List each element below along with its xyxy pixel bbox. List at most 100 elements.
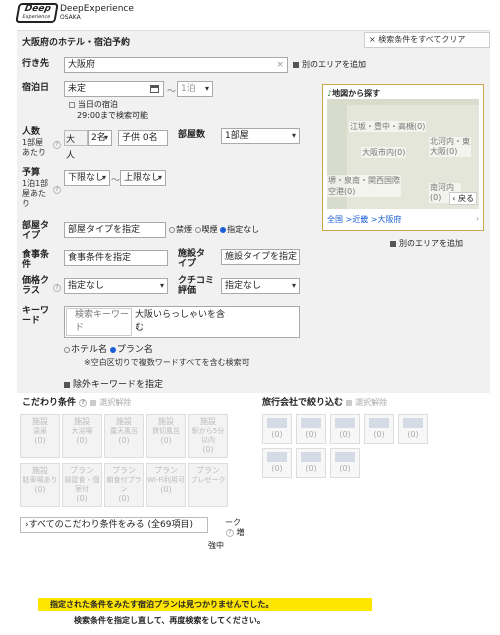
meal-input[interactable]: 食事条件を指定: [64, 250, 168, 266]
kodawari-tile[interactable]: 施設 露天風呂 (0): [104, 414, 144, 458]
keyword-option-hotel[interactable]: ホテル名: [64, 345, 107, 355]
brand-city: OSAKA: [60, 14, 81, 21]
sameday-checkbox[interactable]: 当日の宿泊: [69, 99, 118, 110]
sameday-checkbox-box[interactable]: [69, 101, 75, 108]
see-all-kodawari-button[interactable]: ›すべてのこだわり条件をみる (全69項目): [20, 517, 208, 533]
agency-tile[interactable]: (0): [330, 448, 360, 478]
keyword-input[interactable]: 検索キーワード 大阪いらっしゃいを含む: [64, 306, 300, 338]
budget-tilde: 〜: [111, 176, 121, 186]
budget-min-select[interactable]: 下限なし: [64, 170, 110, 186]
agency-tile[interactable]: (0): [296, 414, 326, 444]
keyword-option-plan[interactable]: プラン名: [109, 345, 153, 355]
smoke-option-nosmoke[interactable]: 禁煙: [169, 225, 192, 234]
review-label: クチコミ評価: [178, 276, 215, 296]
kodawari-tile-label: 駐車場あり: [22, 476, 58, 484]
agency-tile[interactable]: (0): [398, 414, 428, 444]
kodawari-tile-category: 施設: [32, 417, 48, 426]
help-icon: ?: [226, 528, 234, 537]
agency-tile[interactable]: (0): [262, 414, 292, 444]
map-region-east[interactable]: 北河内・東大阪(0): [429, 137, 471, 157]
kodawari-tile[interactable]: プラン 部屋食・個室付 (0): [62, 463, 102, 507]
keyword-placeholder: 検索キーワード: [66, 308, 132, 336]
kodawari-tile-label: プレゼーク: [190, 476, 226, 484]
clear-all-button[interactable]: × 検索条件をすべてクリア: [364, 32, 490, 48]
people-help-icon[interactable]: ?: [53, 141, 61, 149]
kodawari-tile[interactable]: 施設 温泉 (0): [20, 414, 60, 458]
kodawari-tile[interactable]: プラン Wi-Fi利用可 (0): [146, 463, 186, 507]
kodawari-tile[interactable]: 施設 駅から5分以内 (0): [188, 414, 228, 458]
add-area-link[interactable]: 別のエリアを追加: [293, 59, 366, 70]
see-all-label: すべてのこだわり条件をみる (全69項目): [28, 520, 193, 530]
brand-logo-top: Deep: [23, 4, 52, 14]
no-result-message: 指定された条件をみたす宿泊プランは見つかりませんでした。: [38, 598, 372, 611]
agency-logo-icon: [267, 452, 287, 462]
calendar-icon[interactable]: [150, 85, 159, 93]
facility-type-input[interactable]: 施設タイプを指定: [221, 249, 300, 265]
agency-logo-icon: [403, 418, 423, 428]
kodawari-tile-label: 貸切風呂: [152, 427, 180, 435]
child-input[interactable]: 子供 0名: [118, 130, 168, 146]
map-title-text: 地図から探す: [332, 89, 381, 98]
agency-logo-icon: [369, 418, 389, 428]
checkin-date-input[interactable]: 未定: [64, 81, 164, 97]
destination-clear-icon[interactable]: ×: [276, 58, 284, 72]
kodawari-tile[interactable]: プラン 朝食付プラン (0): [104, 463, 144, 507]
price-class-select[interactable]: 指定なし: [64, 278, 168, 294]
map-region-south[interactable]: 堺・泉南・関西国際空港(0): [327, 175, 401, 197]
exclude-keyword-link[interactable]: 除外キーワードを指定: [64, 377, 163, 390]
kodawari-help-icon[interactable]: ?: [79, 398, 88, 407]
map-region-north[interactable]: 江坂・豊中・高槻(0): [349, 121, 427, 132]
plus-icon: [64, 381, 70, 388]
budget-min-value: 下限なし: [68, 173, 105, 183]
kodawari-tile-category: プラン: [70, 466, 94, 475]
map-widget: ♪地図から探す 江坂・豊中・高槻(0) 大阪市内(0) 北河内・東大阪(0) 堺…: [322, 84, 484, 231]
kodawari-clear[interactable]: 選択解除: [90, 398, 131, 407]
agency-clear[interactable]: 選択解除: [346, 398, 387, 407]
smoke-option-any[interactable]: 指定なし: [220, 225, 259, 234]
facility-type-value: 施設タイプを指定: [225, 252, 298, 262]
room-type-input[interactable]: 部屋タイプを指定: [64, 222, 166, 238]
agency-count: (0): [271, 430, 283, 439]
map-canvas[interactable]: 江坂・豊中・高槻(0) 大阪市内(0) 北河内・東大阪(0) 堺・泉南・関西国際…: [327, 99, 479, 209]
map-region-city[interactable]: 大阪市内(0): [361, 147, 407, 158]
destination-input[interactable]: 大阪府 ×: [64, 57, 288, 73]
budget-max-select[interactable]: 上限なし: [120, 170, 166, 186]
kodawari-tile[interactable]: 施設 駐車場あり (0): [20, 463, 60, 507]
agency-tile[interactable]: (0): [364, 414, 394, 444]
map-breadcrumb[interactable]: 全国 >近畿 >大阪府: [327, 214, 402, 225]
agency-tile[interactable]: (0): [296, 448, 326, 478]
agency-tile[interactable]: (0): [330, 414, 360, 444]
map-back-label: 戻る: [458, 194, 474, 203]
kodawari-tile[interactable]: プラン プレゼーク: [188, 463, 228, 507]
kodawari-tile-count: (0): [34, 436, 46, 445]
agency-tile[interactable]: (0): [262, 448, 292, 478]
rooms-select[interactable]: 1部屋: [221, 128, 300, 144]
review-select[interactable]: 指定なし: [221, 278, 300, 294]
map-add-area-link[interactable]: 別のエリアを追加: [390, 238, 463, 249]
adult-select[interactable]: 2名: [88, 130, 112, 146]
map-breadcrumb-arrow: ›: [476, 215, 479, 223]
brand-logo[interactable]: Deep Experience: [15, 3, 59, 23]
agency-clear-label: 選択解除: [355, 398, 388, 407]
kodawari-clear-label: 選択解除: [99, 398, 132, 407]
kodawari-tile-label: 大浴場: [71, 427, 93, 435]
agency-count: (0): [407, 430, 419, 439]
no-result-hint: 検索条件を指定し直して、再度検索をしてください。: [74, 616, 265, 625]
brand-logo-bottom: Experience: [21, 14, 51, 20]
nights-select[interactable]: 1泊: [177, 81, 213, 97]
smoke-option-smoke[interactable]: 喫煙: [194, 225, 218, 234]
agency-count: (0): [305, 430, 317, 439]
budget-help-icon[interactable]: ?: [53, 186, 61, 194]
map-back-button[interactable]: ‹ 戻る: [449, 192, 477, 205]
keyword-value: 大阪いらっしゃいを含む: [135, 310, 226, 333]
kodawari-tile[interactable]: 施設 大浴場 (0): [62, 414, 102, 458]
rooms-value: 1部屋: [225, 131, 249, 141]
overflow-2: 増: [236, 528, 245, 537]
agency-count: (0): [305, 464, 317, 473]
kodawari-tile[interactable]: 施設 貸切風呂 (0): [146, 414, 186, 458]
price-help-icon[interactable]: ?: [53, 284, 61, 292]
kodawari-tile-count: (0): [76, 494, 88, 503]
plus-icon: [293, 61, 299, 68]
adult-unit-label: 大人: [66, 135, 76, 161]
adult-value: 2名: [91, 133, 106, 143]
